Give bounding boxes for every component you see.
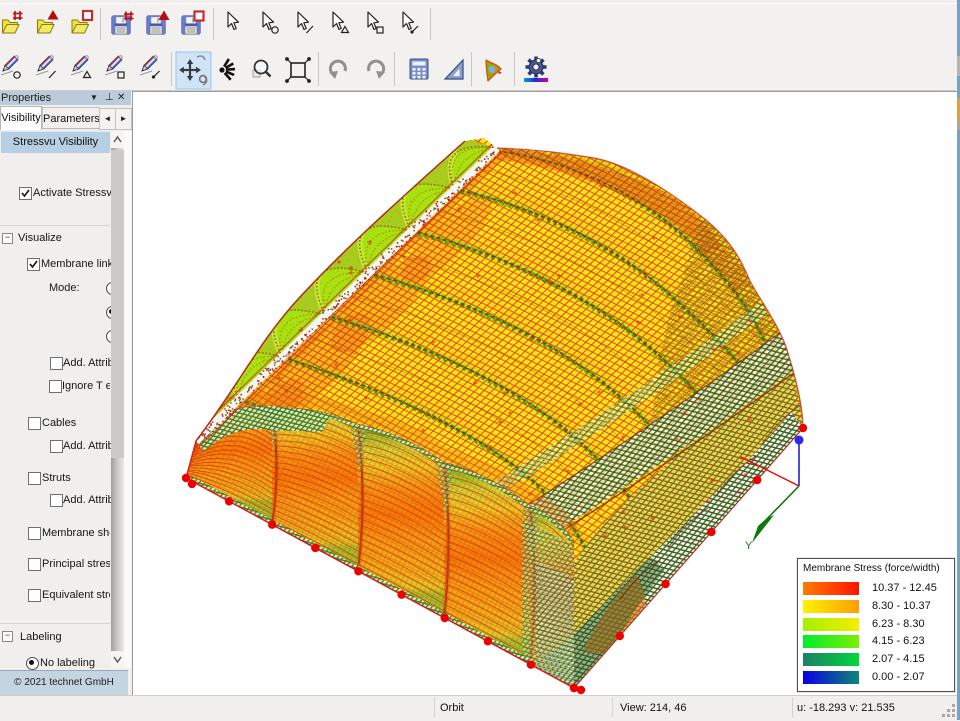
svg-text:Y: Y: [745, 540, 753, 552]
